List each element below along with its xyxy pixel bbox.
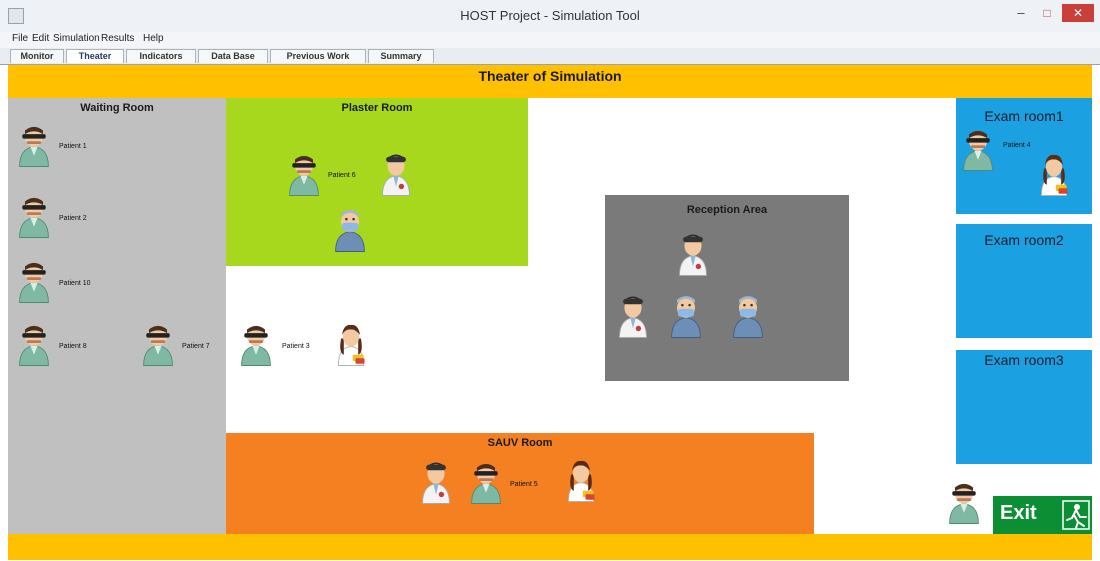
nurse-icon[interactable] bbox=[563, 456, 599, 502]
tab-summary[interactable]: Summary bbox=[368, 49, 434, 63]
tab-theater[interactable]: Theater bbox=[66, 49, 124, 63]
plaster-room-title: Plaster Room bbox=[341, 102, 413, 114]
patient-label: Patient 6 bbox=[328, 172, 356, 179]
title-bar: HOST Project - Simulation Tool – □ ✕ bbox=[0, 0, 1100, 33]
patient-label: Patient 4 bbox=[1003, 142, 1031, 149]
reception-area: Reception Area bbox=[605, 195, 849, 381]
patient-label: Patient 8 bbox=[59, 343, 87, 350]
patient-label: Patient 3 bbox=[282, 343, 310, 350]
surgeon-icon[interactable] bbox=[332, 206, 368, 252]
patient-icon[interactable] bbox=[16, 320, 52, 366]
patient-icon[interactable] bbox=[286, 150, 322, 196]
exit-label: Exit bbox=[1000, 502, 1037, 524]
doctor-icon[interactable] bbox=[378, 150, 414, 196]
sauv-room-title: SAUV Room bbox=[487, 437, 553, 449]
patient-label: Patient 7 bbox=[182, 343, 210, 350]
patient-icon[interactable] bbox=[468, 458, 504, 504]
tab-data-base[interactable]: Data Base bbox=[198, 49, 268, 63]
exam-room-2: Exam room2 bbox=[956, 224, 1092, 338]
patient-icon[interactable] bbox=[16, 192, 52, 238]
patient-label: Patient 1 bbox=[59, 143, 87, 150]
nurse-icon[interactable] bbox=[1036, 150, 1072, 196]
patient-icon[interactable] bbox=[16, 121, 52, 167]
menu-help[interactable]: Help bbox=[143, 33, 164, 44]
nurse-icon[interactable] bbox=[333, 320, 369, 366]
surgeon-icon[interactable] bbox=[730, 292, 766, 338]
reception-area-title: Reception Area bbox=[686, 204, 768, 216]
exit-icon bbox=[1062, 500, 1090, 530]
menu-simulation[interactable]: Simulation bbox=[53, 33, 100, 44]
exam-room-2-title: Exam room2 bbox=[984, 232, 1064, 248]
exam-room-3-title: Exam room3 bbox=[984, 352, 1064, 368]
patient-icon[interactable] bbox=[960, 125, 996, 171]
tab-monitor[interactable]: Monitor bbox=[10, 49, 64, 63]
exam-room-1-title: Exam room1 bbox=[984, 108, 1064, 124]
theater-title: Theater of Simulation bbox=[478, 68, 622, 84]
menu-results[interactable]: Results bbox=[101, 33, 134, 44]
patient-label: Patient 5 bbox=[510, 481, 538, 488]
tab-indicators[interactable]: Indicators bbox=[126, 49, 196, 63]
plaster-room: Plaster Room bbox=[226, 98, 528, 266]
tab-strip: Monitor Theater Indicators Data Base Pre… bbox=[0, 48, 1100, 65]
menu-edit[interactable]: Edit bbox=[32, 33, 49, 44]
patient-label: Patient 10 bbox=[59, 280, 91, 287]
window-title: HOST Project - Simulation Tool bbox=[460, 8, 640, 23]
surgeon-icon[interactable] bbox=[668, 292, 704, 338]
minimize-button[interactable]: – bbox=[1010, 6, 1032, 20]
close-button[interactable]: ✕ bbox=[1062, 4, 1094, 22]
doctor-icon[interactable] bbox=[675, 230, 711, 276]
doctor-icon[interactable] bbox=[615, 292, 651, 338]
tab-previous-work[interactable]: Previous Work bbox=[270, 49, 366, 63]
maximize-button[interactable]: □ bbox=[1036, 6, 1058, 20]
doctor-icon[interactable] bbox=[418, 458, 454, 504]
patient-label: Patient 2 bbox=[59, 215, 87, 222]
exam-room-3: Exam room3 bbox=[956, 350, 1092, 464]
patient-icon[interactable] bbox=[946, 478, 982, 524]
patient-icon[interactable] bbox=[238, 320, 274, 366]
menu-file[interactable]: File bbox=[12, 33, 28, 44]
patient-icon[interactable] bbox=[16, 257, 52, 303]
waiting-room-title: Waiting Room bbox=[80, 102, 154, 114]
menu-bar: File Edit Simulation Results Help bbox=[0, 32, 1100, 48]
theater-footer bbox=[8, 534, 1092, 560]
patient-icon[interactable] bbox=[140, 320, 176, 366]
